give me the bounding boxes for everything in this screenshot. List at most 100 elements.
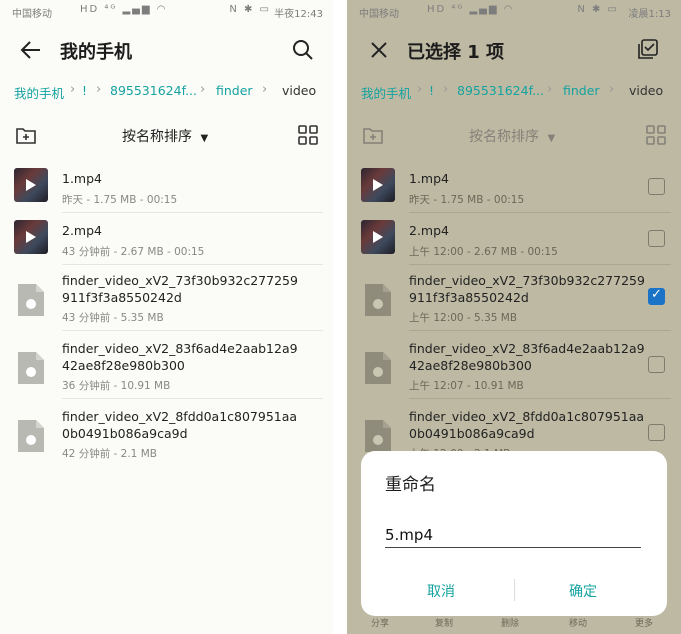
video-thumbnail <box>361 168 395 202</box>
file-name-continued: 911f3f3a8550242d <box>62 290 182 305</box>
video-thumbnail <box>14 168 48 202</box>
list-item[interactable]: 1.mp4 昨天 - 1.75 MB - 00:15 <box>347 164 681 214</box>
list-item[interactable]: 2.mp4 上午 12:00 - 2.67 MB - 00:15 <box>347 216 681 266</box>
signal-icons: HD ⁴ᴳ ▂▄▆ ◠ <box>427 4 515 15</box>
rename-dialog: 重命名 取消 确定 <box>361 451 667 616</box>
more-action[interactable]: 更多 <box>635 616 653 629</box>
breadcrumb-item-home[interactable]: 我的手机 <box>14 83 64 102</box>
selection-count-title: 已选择 1 项 <box>407 42 505 63</box>
screenshot-divider <box>333 0 347 634</box>
file-name-continued: 42ae8f28e980b300 <box>409 358 532 373</box>
file-meta: 上午 12:00 - 5.35 MB <box>409 312 518 324</box>
list-item[interactable]: finder_video_xV2_73f30b932c277259 911f3f… <box>0 268 333 332</box>
system-status-icons: N ✱ ▭ <box>577 4 619 15</box>
rename-input[interactable] <box>385 523 641 548</box>
file-name: 1.mp4 <box>409 171 449 186</box>
list-item[interactable]: finder_video_xV2_8fdd0a1c807951aa 0b0491… <box>0 404 333 468</box>
select-all-icon[interactable] <box>635 36 661 62</box>
share-action[interactable]: 分享 <box>371 616 389 629</box>
new-folder-icon[interactable] <box>14 124 38 146</box>
file-icon <box>18 352 44 384</box>
carrier-label: 中国移动 <box>359 9 399 20</box>
sort-dropdown: 按名称排序 ▼ <box>469 126 555 146</box>
clock: 凌晨1:13 <box>628 9 671 20</box>
move-action[interactable]: 移动 <box>569 616 587 629</box>
breadcrumb-item-storage[interactable]: ! <box>82 83 87 98</box>
file-meta: 43 分钟前 - 2.67 MB - 00:15 <box>62 246 205 258</box>
dialog-title: 重命名 <box>385 475 436 495</box>
clock: 半夜12:43 <box>274 9 323 20</box>
file-name-continued: 0b0491b086a9ca9d <box>409 426 535 441</box>
back-arrow-icon[interactable] <box>16 36 46 64</box>
list-item[interactable]: finder_video_xV2_83f6ad4e2aab12a9 42ae8f… <box>347 336 681 400</box>
search-icon[interactable] <box>289 36 317 64</box>
breadcrumb-item-finder[interactable]: finder <box>216 83 253 98</box>
checkbox-icon[interactable] <box>648 356 665 373</box>
row-divider <box>62 212 323 213</box>
selection-screen: 中国移动 HD ⁴ᴳ ▂▄▆ ◠ N ✱ ▭ 凌晨1:13 已选择 1 项 我的… <box>347 0 681 634</box>
sort-dropdown[interactable]: 按名称排序 ▼ <box>122 126 208 146</box>
file-icon <box>365 420 391 452</box>
file-name: finder_video_xV2_83f6ad4e2aab12a9 <box>62 341 298 356</box>
close-icon[interactable] <box>365 36 393 64</box>
row-divider <box>62 398 323 399</box>
check-mark-icon: ✓ <box>651 287 662 302</box>
file-name: 1.mp4 <box>62 171 102 186</box>
play-icon <box>373 231 383 243</box>
file-icon <box>18 284 44 316</box>
chevron-right-icon: › <box>417 82 423 97</box>
app-bar: 已选择 1 项 <box>347 28 681 72</box>
breadcrumb-item-account[interactable]: 895531624f... <box>457 83 544 98</box>
file-name-continued: 42ae8f28e980b300 <box>62 358 185 373</box>
app-bar: 我的手机 <box>0 28 333 72</box>
bottom-action-bar: 分享 复制 删除 移动 更多 <box>347 614 681 634</box>
file-icon <box>365 352 391 384</box>
row-divider <box>409 398 671 399</box>
file-name: finder_video_xV2_83f6ad4e2aab12a9 <box>409 341 645 356</box>
checkbox-icon[interactable] <box>648 424 665 441</box>
breadcrumb-item-home[interactable]: 我的手机 <box>361 83 411 102</box>
list-toolbar: 按名称排序 ▼ <box>347 122 681 150</box>
list-item[interactable]: finder_video_xV2_73f30b932c277259 911f3f… <box>347 268 681 332</box>
copy-action[interactable]: 复制 <box>435 616 453 629</box>
chevron-right-icon: › <box>609 82 615 97</box>
sort-label: 按名称排序 <box>122 129 192 145</box>
chevron-right-icon: › <box>70 82 76 97</box>
chevron-right-icon: › <box>443 82 449 97</box>
play-icon <box>26 231 36 243</box>
video-thumbnail <box>14 220 48 254</box>
cancel-button[interactable]: 取消 <box>427 581 455 601</box>
file-name: 2.mp4 <box>62 223 102 238</box>
checkbox-icon[interactable] <box>648 178 665 195</box>
breadcrumb-item-account[interactable]: 895531624f... <box>110 83 197 98</box>
row-divider <box>62 264 323 265</box>
status-bar: 中国移动 HD ⁴ᴳ ▂▄▆ ◠ N ✱ ▭ 凌晨1:13 <box>347 0 681 22</box>
file-name: 2.mp4 <box>409 223 449 238</box>
list-item[interactable]: 2.mp4 43 分钟前 - 2.67 MB - 00:15 <box>0 216 333 266</box>
list-toolbar: 按名称排序 ▼ <box>0 122 333 150</box>
checkbox-icon[interactable] <box>648 230 665 247</box>
file-meta: 42 分钟前 - 2.1 MB <box>62 448 157 460</box>
file-manager-screen: 中国移动 HD ⁴ᴳ ▂▄▆ ◠ N ✱ ▭ 半夜12:43 我的手机 我的手机… <box>0 0 333 634</box>
delete-action[interactable]: 删除 <box>501 616 519 629</box>
file-meta: 上午 12:07 - 10.91 MB <box>409 380 524 392</box>
list-item[interactable]: 1.mp4 昨天 - 1.75 MB - 00:15 <box>0 164 333 214</box>
grid-view-icon[interactable] <box>297 124 319 146</box>
list-item[interactable]: finder_video_xV2_83f6ad4e2aab12a9 42ae8f… <box>0 336 333 400</box>
breadcrumb-item-storage[interactable]: ! <box>429 83 434 98</box>
grid-view-icon <box>645 124 667 146</box>
button-divider <box>514 579 515 601</box>
file-name: finder_video_xV2_73f30b932c277259 <box>409 273 645 288</box>
breadcrumb-item-finder[interactable]: finder <box>563 83 600 98</box>
confirm-button[interactable]: 确定 <box>569 581 597 601</box>
carrier-label: 中国移动 <box>12 9 52 20</box>
checkbox-checked-icon[interactable]: ✓ <box>648 287 665 305</box>
status-bar: 中国移动 HD ⁴ᴳ ▂▄▆ ◠ N ✱ ▭ 半夜12:43 <box>0 0 333 22</box>
file-name: finder_video_xV2_8fdd0a1c807951aa <box>62 409 298 424</box>
file-meta: 昨天 - 1.75 MB - 00:15 <box>62 194 178 206</box>
chevron-right-icon: › <box>96 82 102 97</box>
play-icon <box>373 179 383 191</box>
row-divider <box>409 264 671 265</box>
new-folder-icon <box>361 124 385 146</box>
video-thumbnail <box>361 220 395 254</box>
